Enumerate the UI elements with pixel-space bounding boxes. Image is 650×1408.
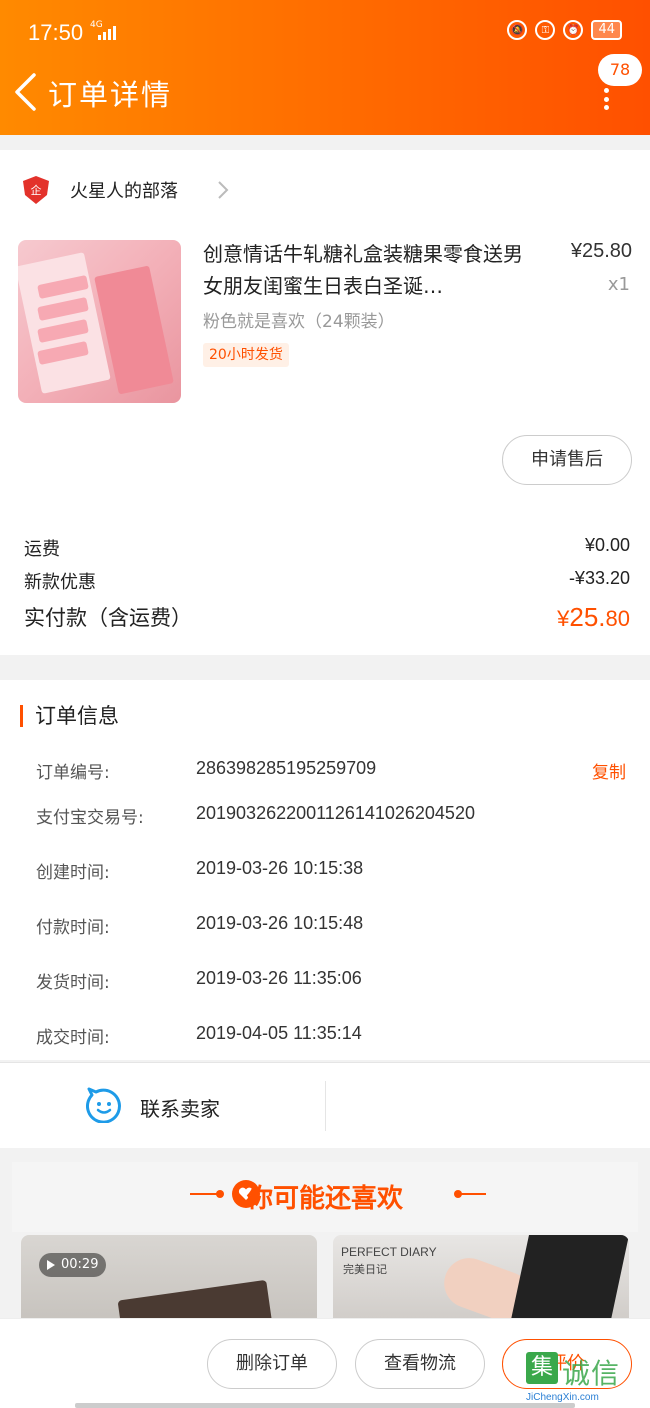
shipping-tag: 20小时发货 [203,343,289,367]
view-logistics-button[interactable]: 查看物流 [355,1339,485,1389]
back-arrow-icon[interactable] [12,72,38,112]
product-spec: 粉色就是喜欢（24颗装） [203,312,395,332]
info-row-order-number: 订单编号: 286398285195259709 复制 [36,758,626,788]
alarm-icon: ⏰ [563,20,584,40]
mute-bell-icon: 🔕 [507,20,528,40]
total-value: ¥25.80 [557,602,630,633]
info-value: 2019032622001126141026204520 [196,803,475,823]
info-row-completed-time: 成交时间: 2019-04-05 11:35:14 [36,1023,626,1053]
discount-label: 新款优惠 [24,572,96,593]
watermark-logo: 集 [526,1352,558,1384]
product-quantity: x1 [607,274,630,295]
shipping-fee-label: 运费 [24,539,60,560]
product-price: ¥25.80 [570,240,632,262]
more-menu-icon[interactable] [602,88,610,110]
message-badge[interactable]: 78 [598,54,642,86]
total-row: 实付款（含运费） ¥25.80 [24,602,630,633]
product-image-panel [509,1235,629,1325]
recommended-product[interactable]: 00:29 [21,1235,317,1325]
info-label: 成交时间: [36,1028,110,1048]
info-row-paid-time: 付款时间: 2019-03-26 10:15:48 [36,913,626,943]
total-currency: ¥ [557,606,570,631]
info-row-created-time: 创建时间: 2019-03-26 10:15:38 [36,858,626,888]
section-accent-bar [20,705,23,727]
video-badge: 00:29 [39,1253,107,1277]
info-value: 2019-03-26 10:15:48 [196,913,364,933]
total-decimal: 80 [605,606,630,631]
copy-button[interactable]: 复制 [592,758,626,783]
shipping-fee-value: ¥0.00 [584,535,630,555]
discount-value: -¥33.20 [568,568,630,588]
info-label: 支付宝交易号: [36,808,144,828]
brand-subtitle: 完美日记 [343,1263,387,1276]
status-icons: 🔕 ⚿ ⏰ 44 [507,20,622,40]
video-duration: 00:29 [61,1257,99,1272]
svg-text:企: 企 [31,183,42,197]
brand-name: PERFECT DIARY [341,1245,437,1259]
total-integer: 25. [569,602,606,632]
info-row-shipped-time: 发货时间: 2019-03-26 11:35:06 [36,968,626,998]
info-label: 创建时间: [36,863,110,883]
signal-icon [98,26,116,40]
info-label: 发货时间: [36,973,110,993]
divider [325,1081,326,1131]
product-image[interactable] [18,240,181,403]
order-info-card: 订单信息 订单编号: 286398285195259709 复制 支付宝交易号:… [0,680,650,1060]
info-value: 2019-04-05 11:35:14 [196,1023,362,1043]
info-value: 2019-03-26 11:35:06 [196,968,362,988]
watermark-url: JiChengXin.com [526,1392,599,1403]
info-value: 286398285195259709 [196,758,377,778]
decor-line [456,1193,486,1195]
recommended-product[interactable]: PERFECT DIARY 完美日记 [333,1235,629,1325]
delete-order-button[interactable]: 删除订单 [207,1339,337,1389]
order-item-card: 企 火星人的部落 创意情话牛轧糖礼盒装糖果零食送男女朋友闺蜜生日表白圣诞… ¥2… [0,150,650,655]
info-row-alipay-number: 支付宝交易号: 2019032622001126141026204520 [36,803,626,833]
header: 17:50 4G 🔕 ⚿ ⏰ 44 订单详情 78 [0,0,650,135]
recommendations: 你可能还喜欢 00:29 PERFECT DIARY 完美日记 [0,1150,650,1325]
product-title[interactable]: 创意情话牛轧糖礼盒装糖果零食送男女朋友闺蜜生日表白圣诞… [203,238,538,302]
recommendations-title: 你可能还喜欢 [246,1184,403,1214]
info-label: 付款时间: [36,918,110,938]
shipping-fee-row: 运费 ¥0.00 [24,535,630,561]
discount-row: 新款优惠 -¥33.20 [24,568,630,594]
page-title: 订单详情 [48,78,173,112]
scroll-indicator [75,1403,575,1408]
contact-bar: 联系卖家 [0,1062,650,1148]
chevron-right-icon[interactable] [217,180,229,200]
info-value: 2019-03-26 10:15:38 [196,858,364,878]
shop-logo-icon: 企 [23,176,49,204]
play-icon [47,1260,55,1270]
info-label: 订单编号: [36,763,110,783]
contact-seller-button[interactable]: 联系卖家 [140,1093,220,1122]
apply-aftersale-button[interactable]: 申请售后 [502,435,632,485]
customer-service-icon[interactable] [86,1087,122,1123]
lock-rotation-icon: ⚿ [535,20,556,40]
watermark-text: 诚信 [562,1357,621,1390]
watermark: 集 诚信 JiChengXin.com [526,1352,646,1403]
status-time: 17:50 [28,20,84,45]
shop-name[interactable]: 火星人的部落 [70,177,178,203]
section-title: 订单信息 [35,704,119,728]
battery-icon: 44 [591,20,622,40]
total-label: 实付款（含运费） [24,606,192,630]
